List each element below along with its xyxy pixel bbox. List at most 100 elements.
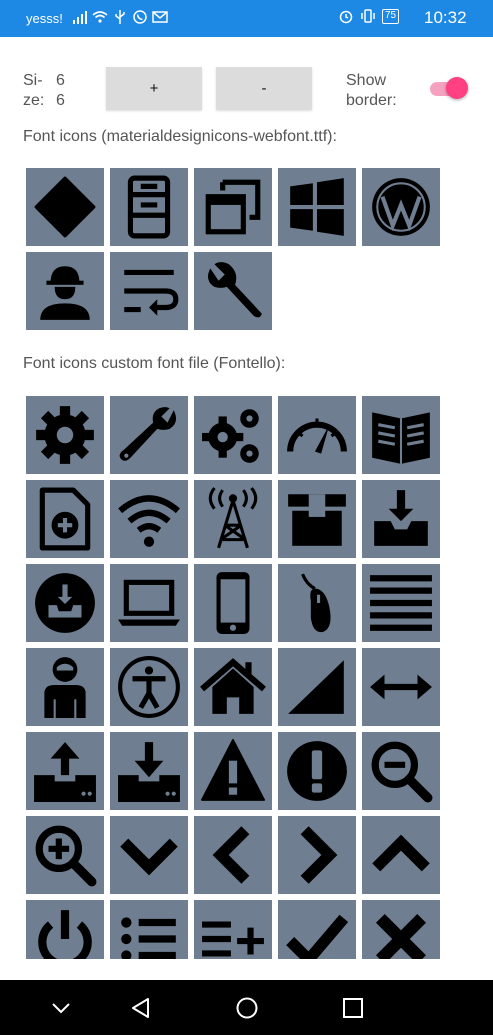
icon-tile bbox=[26, 648, 104, 726]
icon-tile bbox=[362, 648, 440, 726]
icon-tile bbox=[194, 900, 272, 959]
close-icon bbox=[375, 913, 427, 959]
smartphone-icon bbox=[216, 572, 250, 634]
wardrobe-icon bbox=[127, 175, 171, 239]
signal-bars-icon bbox=[73, 11, 87, 24]
file-add-icon bbox=[39, 487, 91, 551]
icon-tile bbox=[362, 480, 440, 558]
size-values: 6 6 bbox=[56, 71, 65, 111]
icon-tile bbox=[110, 564, 188, 642]
clock: 10:32 bbox=[424, 8, 467, 27]
exclamation-circle-icon bbox=[287, 741, 347, 801]
chevron-down-icon bbox=[120, 838, 178, 876]
icon-tile bbox=[278, 816, 356, 894]
accessibility-icon bbox=[118, 656, 180, 718]
user-icon bbox=[44, 657, 86, 718]
icon-tile bbox=[26, 816, 104, 894]
wifi-icon bbox=[118, 495, 180, 547]
toggle-thumb bbox=[446, 77, 468, 99]
show-border-toggle[interactable] bbox=[428, 77, 468, 99]
icon-tile bbox=[110, 648, 188, 726]
nav-down-icon[interactable] bbox=[50, 997, 72, 1019]
icon-tile bbox=[110, 168, 188, 246]
wrench-icon bbox=[119, 407, 177, 461]
laptop-icon bbox=[118, 579, 180, 626]
nav-home-icon[interactable] bbox=[236, 997, 258, 1019]
system-icons: 75 bbox=[338, 8, 400, 24]
size-controls: Si- ze: 6 6 + - Show border: bbox=[0, 60, 493, 120]
icon-tile bbox=[194, 648, 272, 726]
icon-tile bbox=[110, 816, 188, 894]
icon-tile bbox=[110, 732, 188, 810]
size-width-value: 6 bbox=[56, 72, 65, 89]
chevron-left-icon bbox=[212, 826, 250, 884]
power-icon bbox=[38, 910, 92, 959]
icon-tile bbox=[110, 480, 188, 558]
rhombus-icon bbox=[34, 176, 96, 238]
icon-tile bbox=[362, 732, 440, 810]
icon-tile bbox=[278, 564, 356, 642]
show-border-label: Show border: bbox=[346, 72, 397, 109]
wrench-icon bbox=[207, 262, 262, 318]
icon-tile bbox=[26, 732, 104, 810]
download-circle-icon bbox=[35, 573, 95, 633]
wifi-status-icon bbox=[92, 11, 108, 23]
mail-icon bbox=[152, 11, 168, 23]
material-icons-section-title: Font icons (materialdesignicons-webfont.… bbox=[23, 128, 337, 145]
icon-tile bbox=[26, 168, 104, 246]
icon-tile bbox=[362, 564, 440, 642]
gear-icon bbox=[36, 406, 94, 464]
chevron-right-icon bbox=[300, 826, 338, 884]
icon-tile bbox=[194, 252, 272, 330]
worker-icon bbox=[40, 266, 90, 320]
increase-size-button[interactable]: + bbox=[106, 67, 202, 110]
wrap-text-icon bbox=[124, 269, 179, 316]
navigation-bar bbox=[0, 980, 493, 1035]
resize-horizontal-icon bbox=[370, 674, 432, 700]
status-bar: yesss! 75 10:32 bbox=[0, 0, 493, 37]
chevron-up-icon bbox=[372, 834, 430, 872]
icon-tile bbox=[194, 396, 272, 474]
icon-tile bbox=[278, 168, 356, 246]
windows-logo-icon bbox=[290, 178, 344, 236]
icon-tile bbox=[362, 900, 440, 959]
material-icons-grid bbox=[26, 168, 440, 330]
window-restore-icon bbox=[205, 179, 261, 235]
signal-icon bbox=[288, 660, 344, 714]
gauge-icon bbox=[287, 418, 347, 454]
nav-back-icon[interactable] bbox=[130, 997, 152, 1019]
icon-tile bbox=[26, 900, 104, 959]
book-open-icon bbox=[372, 412, 430, 464]
notification-icons bbox=[72, 9, 168, 25]
home-icon bbox=[200, 658, 266, 714]
icon-tile bbox=[362, 168, 440, 246]
size-height-value: 6 bbox=[56, 92, 65, 109]
list-icon bbox=[121, 917, 176, 959]
zoom-out-icon bbox=[371, 741, 433, 803]
whatsapp-icon bbox=[133, 10, 147, 24]
icon-tile bbox=[362, 396, 440, 474]
icon-tile bbox=[194, 816, 272, 894]
icon-tile bbox=[194, 564, 272, 642]
alarm-icon bbox=[339, 10, 353, 24]
usb-icon bbox=[115, 10, 125, 24]
upload-drive-icon bbox=[34, 742, 96, 802]
fontello-icons-section-title: Font icons custom font file (Fontello): bbox=[23, 355, 286, 372]
decrease-size-button[interactable]: - bbox=[216, 67, 312, 110]
icon-tile bbox=[26, 252, 104, 330]
icon-tile bbox=[26, 480, 104, 558]
gears-icon bbox=[202, 409, 259, 463]
box-icon bbox=[288, 494, 346, 546]
icon-tile bbox=[362, 816, 440, 894]
icon-tile bbox=[110, 396, 188, 474]
nav-recents-icon[interactable] bbox=[342, 997, 364, 1019]
icon-tile bbox=[278, 648, 356, 726]
icon-tile bbox=[194, 480, 272, 558]
warning-icon bbox=[201, 739, 265, 801]
icon-tile bbox=[278, 732, 356, 810]
list-add-icon bbox=[202, 921, 264, 957]
icon-tile bbox=[278, 396, 356, 474]
fontello-icons-grid bbox=[26, 396, 440, 959]
battery-level: 75 bbox=[382, 8, 400, 24]
icon-tile bbox=[110, 900, 188, 959]
